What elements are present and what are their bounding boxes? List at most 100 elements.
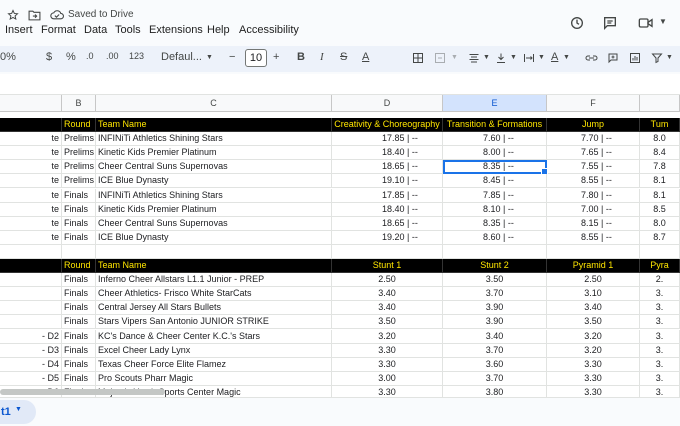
- table-cell[interactable]: 3.: [640, 357, 680, 372]
- table-cell[interactable]: 3.20: [547, 343, 640, 358]
- table-cell[interactable]: 3.50: [332, 315, 443, 330]
- table-cell[interactable]: 3.70: [443, 371, 547, 386]
- table-cell[interactable]: 3.50: [547, 315, 640, 330]
- font-select[interactable]: Defaul...: [161, 51, 202, 63]
- increase-decimal-button[interactable]: .00: [106, 51, 119, 61]
- menu-help[interactable]: Help: [207, 24, 230, 36]
- table-cell[interactable]: 3.: [640, 287, 680, 302]
- column-header[interactable]: D: [332, 95, 443, 112]
- formula-bar[interactable]: [0, 74, 680, 95]
- table-cell[interactable]: [332, 244, 443, 259]
- table-cell[interactable]: Prelims: [62, 174, 96, 189]
- table-cell[interactable]: 7.8: [640, 160, 680, 175]
- table-cell[interactable]: Stunt 1: [332, 259, 443, 273]
- table-cell[interactable]: Finals: [62, 202, 96, 217]
- menu-extensions[interactable]: Extensions: [149, 24, 203, 36]
- increase-font-size-button[interactable]: +: [273, 51, 279, 63]
- decrease-decimal-button[interactable]: .0: [86, 51, 94, 61]
- table-cell[interactable]: Texas Cheer Force Elite Flamez: [96, 357, 332, 372]
- table-cell[interactable]: Finals: [62, 188, 96, 203]
- table-cell[interactable]: 3.90: [443, 315, 547, 330]
- table-cell[interactable]: te: [0, 216, 62, 231]
- table-cell[interactable]: Cheer Athletics- Frisco White StarCats: [96, 287, 332, 302]
- table-cell[interactable]: 2.50: [332, 273, 443, 288]
- table-cell[interactable]: Cheer Central Suns Supernovas: [96, 216, 332, 231]
- table-cell[interactable]: ICE Blue Dynasty: [96, 230, 332, 245]
- table-cell[interactable]: Pro Scouts Pharr Magic: [96, 371, 332, 386]
- table-cell[interactable]: te: [0, 188, 62, 203]
- table-cell[interactable]: [640, 244, 680, 259]
- table-cell[interactable]: 8.10 | --: [443, 202, 547, 217]
- menu-data[interactable]: Data: [84, 24, 107, 36]
- column-header[interactable]: [0, 95, 62, 112]
- table-cell[interactable]: 7.55 | --: [547, 160, 640, 175]
- table-cell[interactable]: [0, 301, 62, 316]
- table-cell[interactable]: te: [0, 174, 62, 189]
- table-cell[interactable]: 3.40: [332, 287, 443, 302]
- column-header[interactable]: B: [62, 95, 96, 112]
- table-cell[interactable]: Prelims: [62, 132, 96, 147]
- table-cell[interactable]: Transition & Formations: [443, 118, 547, 132]
- table-cell[interactable]: te: [0, 202, 62, 217]
- table-cell[interactable]: Central Jersey All Stars Bullets: [96, 301, 332, 316]
- column-header[interactable]: E: [443, 95, 547, 112]
- table-cell[interactable]: 8.00 | --: [443, 146, 547, 161]
- table-cell[interactable]: Finals: [62, 357, 96, 372]
- table-cell[interactable]: Team Name: [96, 118, 332, 132]
- insert-chart-icon[interactable]: [629, 52, 641, 64]
- table-cell[interactable]: 3.40: [332, 301, 443, 316]
- table-cell[interactable]: 3.70: [443, 343, 547, 358]
- table-cell[interactable]: 3.40: [547, 301, 640, 316]
- table-cell[interactable]: Pyramid 1: [547, 259, 640, 273]
- insert-comment-icon[interactable]: [607, 52, 619, 64]
- table-cell[interactable]: [0, 287, 62, 302]
- bold-button[interactable]: B: [297, 51, 305, 63]
- number-format-button[interactable]: 123: [129, 51, 144, 61]
- table-cell[interactable]: 3.: [640, 301, 680, 316]
- table-cell[interactable]: Finals: [62, 301, 96, 316]
- table-cell[interactable]: [0, 244, 62, 259]
- table-cell[interactable]: 8.15 | --: [547, 216, 640, 231]
- table-cell[interactable]: 7.80 | --: [547, 188, 640, 203]
- table-cell[interactable]: Finals: [62, 287, 96, 302]
- table-cell[interactable]: 3.: [640, 343, 680, 358]
- table-cell[interactable]: 19.20 | --: [332, 230, 443, 245]
- table-cell[interactable]: 8.55 | --: [547, 230, 640, 245]
- meet-video-icon[interactable]: [638, 16, 654, 30]
- table-cell[interactable]: 3.30: [332, 385, 443, 397]
- table-cell[interactable]: 7.85 | --: [443, 188, 547, 203]
- comments-icon[interactable]: [602, 15, 618, 31]
- table-cell[interactable]: Kinetic Kids Premier Platinum: [96, 202, 332, 217]
- table-cell[interactable]: [0, 118, 62, 132]
- table-cell[interactable]: 7.00 | --: [547, 202, 640, 217]
- table-cell[interactable]: 3.30: [547, 357, 640, 372]
- table-cell[interactable]: 3.30: [332, 357, 443, 372]
- table-cell[interactable]: 7.65 | --: [547, 146, 640, 161]
- table-cell[interactable]: INFINiTi Athletics Shining Stars: [96, 188, 332, 203]
- table-cell[interactable]: te: [0, 132, 62, 147]
- table-cell[interactable]: 8.45 | --: [443, 174, 547, 189]
- spreadsheet-grid[interactable]: BCDEF Round Team Name Creativity & Choreog…: [0, 95, 680, 397]
- horizontal-align-icon[interactable]: [468, 52, 480, 64]
- table-cell[interactable]: 18.65 | --: [332, 216, 443, 231]
- table-cell[interactable]: 18.40 | --: [332, 146, 443, 161]
- table-cell[interactable]: INFINiTi Athletics Shining Stars: [96, 132, 332, 147]
- table-cell[interactable]: [96, 244, 332, 259]
- table-cell[interactable]: Inferno Cheer Allstars L1.1 Junior - PRE…: [96, 273, 332, 288]
- text-rotation-button[interactable]: A: [551, 51, 558, 63]
- strikethrough-button[interactable]: S: [340, 51, 347, 63]
- table-cell[interactable]: 18.40 | --: [332, 202, 443, 217]
- table-cell[interactable]: 8.4: [640, 146, 680, 161]
- table-cell[interactable]: 3.30: [547, 385, 640, 397]
- borders-icon[interactable]: [412, 52, 424, 64]
- table-cell[interactable]: Finals: [62, 343, 96, 358]
- table-cell[interactable]: Creativity & Choreography: [332, 118, 443, 132]
- table-cell[interactable]: - D4: [0, 357, 62, 372]
- column-header[interactable]: C: [96, 95, 332, 112]
- table-cell[interactable]: Kinetic Kids Premier Platinum: [96, 146, 332, 161]
- table-cell[interactable]: [0, 259, 62, 273]
- table-cell[interactable]: Finals: [62, 315, 96, 330]
- table-cell[interactable]: Finals: [62, 329, 96, 344]
- history-icon[interactable]: [569, 15, 585, 31]
- table-cell[interactable]: Team Name: [96, 259, 332, 273]
